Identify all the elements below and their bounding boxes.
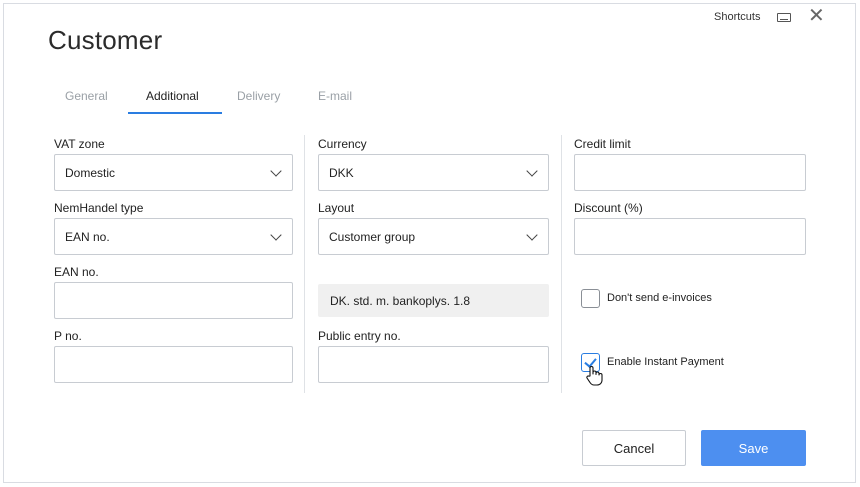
p-no-input[interactable]: [54, 346, 293, 383]
tab-delivery[interactable]: Delivery: [237, 89, 280, 103]
layout-info: DK. std. m. bankoplys. 1.8: [318, 284, 549, 317]
layout-label: Layout: [318, 201, 355, 215]
discount-input[interactable]: [574, 218, 806, 255]
cancel-button[interactable]: Cancel: [582, 430, 686, 466]
currency-select[interactable]: DKK: [318, 154, 549, 191]
enable-instant-payment-label: Enable Instant Payment: [607, 356, 724, 368]
vat-zone-label: VAT zone: [54, 137, 105, 151]
layout-value: Customer group: [329, 229, 416, 244]
ean-no-input[interactable]: [54, 282, 293, 319]
chevron-down-icon: [526, 228, 538, 241]
vat-zone-value: Domestic: [65, 165, 116, 180]
tab-general[interactable]: General: [65, 89, 108, 103]
currency-value: DKK: [329, 165, 354, 180]
nemhandel-type-select[interactable]: EAN no.: [54, 218, 293, 255]
public-entry-no-input[interactable]: [318, 346, 549, 383]
public-entry-no-label: Public entry no.: [318, 329, 401, 343]
dont-send-einvoices-label: Don't send e-invoices: [607, 292, 712, 304]
credit-limit-label: Credit limit: [574, 137, 631, 151]
currency-label: Currency: [318, 137, 367, 151]
layout-select[interactable]: Customer group: [318, 218, 549, 255]
chevron-down-icon: [270, 164, 282, 177]
chevron-down-icon: [526, 164, 538, 177]
nemhandel-type-value: EAN no.: [65, 229, 110, 244]
column-divider: [304, 135, 305, 393]
hand-cursor-icon: [586, 366, 603, 386]
tab-email[interactable]: E-mail: [318, 89, 352, 103]
save-button[interactable]: Save: [701, 430, 806, 466]
close-icon[interactable]: ✕: [808, 6, 825, 26]
p-no-label: P no.: [54, 329, 82, 343]
chevron-down-icon: [270, 228, 282, 241]
keyboard-icon[interactable]: [777, 13, 791, 22]
nemhandel-type-label: NemHandel type: [54, 201, 144, 215]
discount-label: Discount (%): [574, 201, 643, 215]
active-tab-indicator: [128, 112, 222, 114]
ean-no-label: EAN no.: [54, 265, 99, 279]
tab-additional[interactable]: Additional: [146, 89, 199, 103]
vat-zone-select[interactable]: Domestic: [54, 154, 293, 191]
column-divider: [561, 135, 562, 393]
credit-limit-input[interactable]: [574, 154, 806, 191]
dialog-title: Customer: [48, 25, 163, 55]
dont-send-einvoices-checkbox[interactable]: [581, 289, 600, 308]
shortcuts-link[interactable]: Shortcuts: [714, 11, 760, 23]
